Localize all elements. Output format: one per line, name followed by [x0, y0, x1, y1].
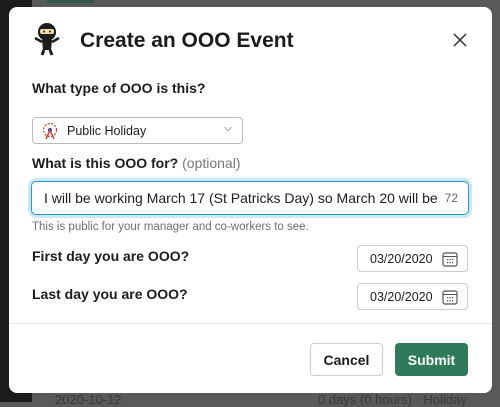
- ninja-icon: [34, 23, 60, 56]
- last-day-datepicker[interactable]: 03/20/2020: [357, 283, 468, 310]
- background-date: 2020-10-12: [55, 392, 122, 407]
- chevron-down-icon: ⌵: [224, 123, 232, 134]
- reason-input-value: I will be working March 17 (St Patricks …: [44, 190, 438, 206]
- reason-input[interactable]: I will be working March 17 (St Patricks …: [31, 181, 469, 215]
- modal-title: Create an OOO Event: [80, 29, 294, 52]
- ferris-wheel-icon: [42, 122, 58, 139]
- calendar-icon[interactable]: [442, 251, 458, 267]
- ooo-type-select[interactable]: Public Holiday ⌵: [32, 117, 243, 144]
- reason-help-text: This is public for your manager and co-w…: [32, 221, 309, 233]
- last-day-label: Last day you are OOO?: [32, 286, 188, 302]
- cancel-button[interactable]: Cancel: [310, 343, 383, 376]
- calendar-icon[interactable]: [442, 289, 458, 305]
- optional-hint: (optional): [182, 155, 241, 171]
- ooo-type-value: Public Holiday: [67, 123, 147, 138]
- first-day-datepicker[interactable]: 03/20/2020: [357, 245, 468, 272]
- first-day-value: 03/20/2020: [370, 251, 433, 266]
- create-ooo-modal: Create an OOO Event What type of OOO is …: [9, 7, 492, 393]
- footer-divider: [9, 323, 492, 324]
- first-day-label: First day you are OOO?: [32, 248, 190, 264]
- reason-label-text: What is this OOO for?: [32, 155, 179, 171]
- background-tab-indicator: [47, 0, 94, 3]
- submit-button[interactable]: Submit: [395, 343, 468, 376]
- last-day-value: 03/20/2020: [370, 289, 433, 304]
- type-label: What type of OOO is this?: [32, 80, 206, 96]
- background-summary: 0 days (0 hours) · Holiday: [318, 392, 467, 407]
- character-count: 72: [438, 191, 458, 205]
- reason-label: What is this OOO for? (optional): [32, 155, 241, 171]
- close-icon[interactable]: [449, 29, 471, 51]
